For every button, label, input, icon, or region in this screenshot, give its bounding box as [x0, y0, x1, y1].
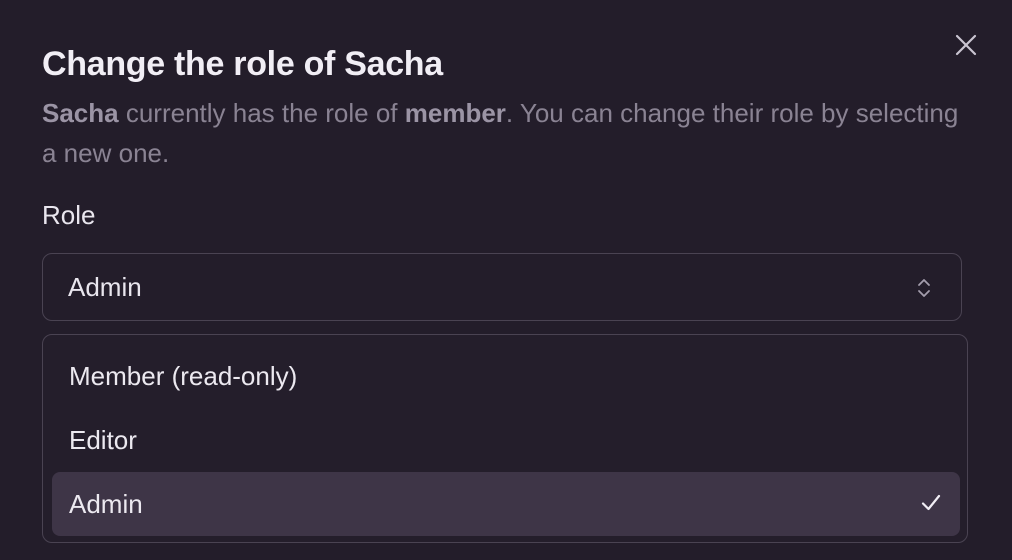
close-button[interactable] — [950, 29, 982, 61]
user-name: Sacha — [42, 98, 119, 128]
description-text-1: currently has the role of — [118, 98, 405, 128]
role-select-value: Admin — [68, 271, 142, 302]
checkmark-icon — [921, 494, 941, 511]
chevron-up-down-icon — [918, 279, 930, 297]
option-label: Admin — [69, 488, 143, 519]
dialog-title: Change the role of Sacha — [42, 45, 443, 83]
role-label: Role — [42, 200, 96, 230]
current-role: member — [404, 98, 506, 128]
option-member-read-only[interactable]: Member (read-only) — [52, 344, 960, 408]
option-admin[interactable]: Admin — [52, 472, 960, 536]
option-editor[interactable]: Editor — [52, 408, 960, 472]
role-select[interactable]: Admin — [42, 253, 962, 321]
change-role-dialog: Change the role of Sacha Sacha currently… — [0, 0, 1012, 560]
option-label: Editor — [69, 424, 137, 455]
dialog-description: Sacha currently has the role of member. … — [42, 93, 962, 173]
role-options-list: Member (read-only) Editor Admin — [42, 334, 968, 543]
option-label: Member (read-only) — [69, 360, 298, 391]
close-icon — [955, 34, 977, 56]
